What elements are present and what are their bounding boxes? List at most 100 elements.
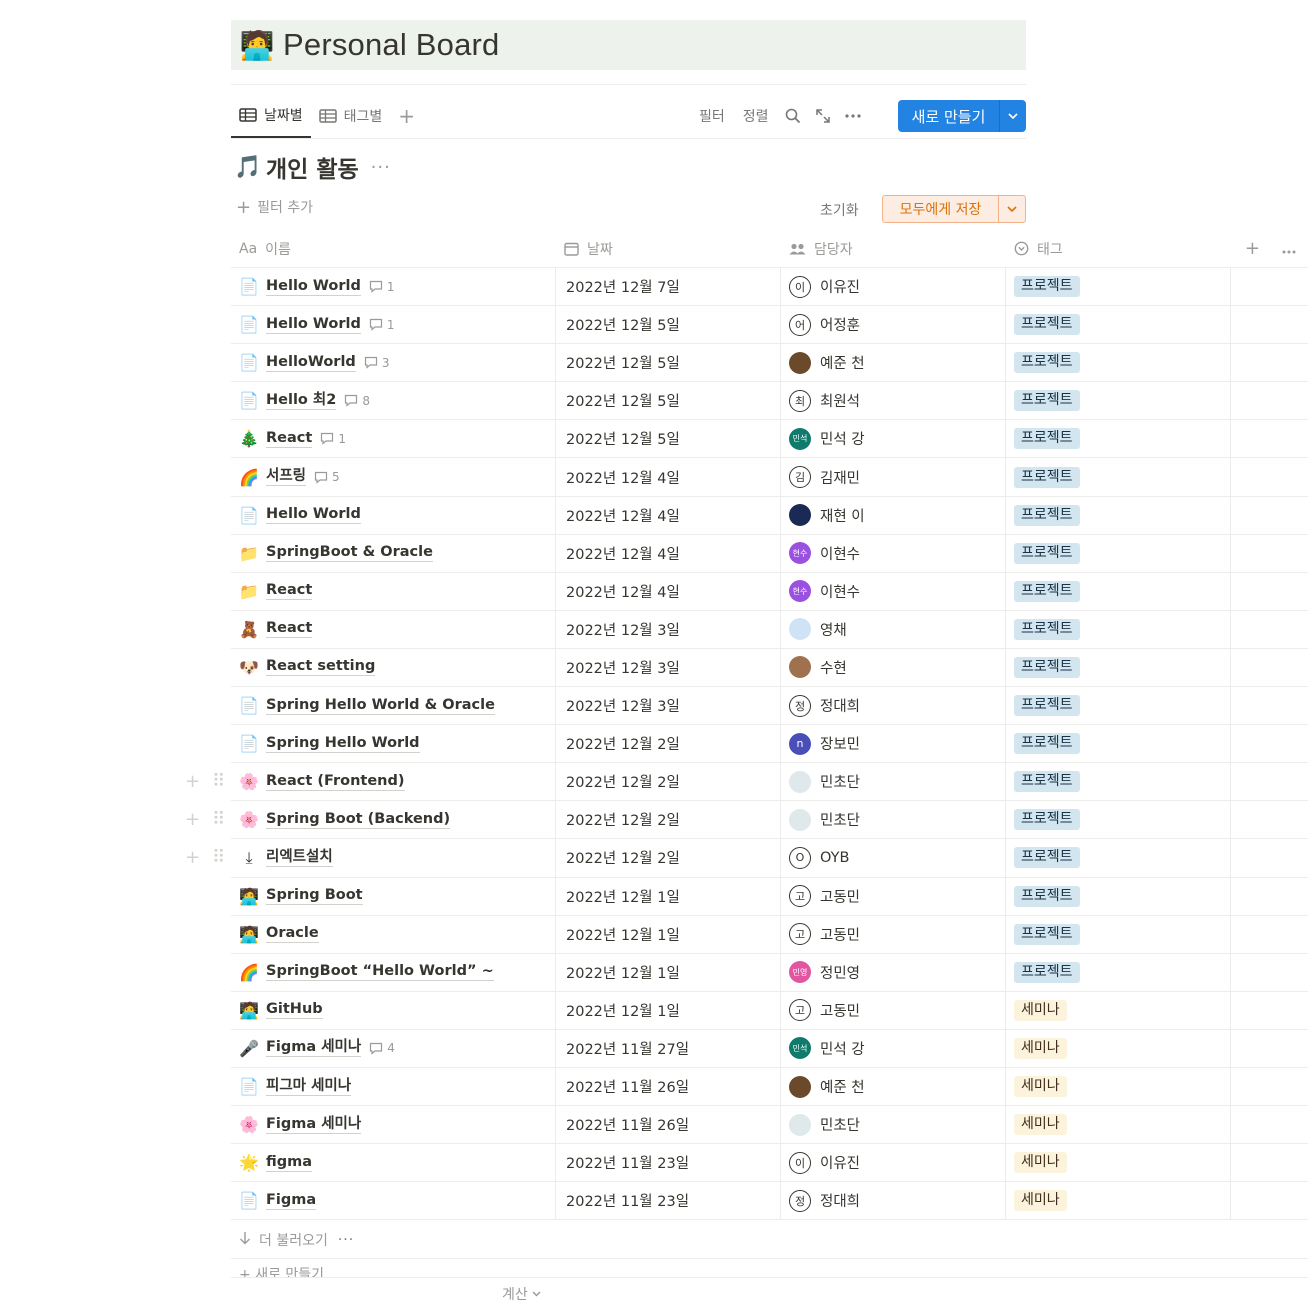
- new-button-label[interactable]: 새로 만들기: [898, 100, 1000, 132]
- date-cell[interactable]: 2022년 12월 2일: [556, 763, 781, 801]
- page-title-link[interactable]: Spring Boot: [266, 887, 363, 906]
- tag-cell[interactable]: 프로젝트: [1006, 306, 1231, 344]
- name-cell[interactable]: ⤓ 리엑트설치: [231, 839, 556, 877]
- table-row[interactable]: 🌈 서프링 5 2022년 12월 4일 김 김재민 프로젝트: [231, 458, 1308, 497]
- person-cell[interactable]: 민초단: [781, 801, 1006, 839]
- name-cell[interactable]: 📁 SpringBoot & Oracle: [231, 534, 556, 572]
- person-cell[interactable]: 고 고동민: [781, 915, 1006, 953]
- column-header-person[interactable]: 담당자: [781, 230, 1006, 267]
- table-row[interactable]: 📄 Spring Hello World & Oracle 2022년 12월 3일…: [231, 687, 1308, 726]
- column-header-name[interactable]: Aa 이름: [231, 230, 556, 267]
- tag-cell[interactable]: 프로젝트: [1006, 687, 1231, 725]
- person-cell[interactable]: 재현 이: [781, 496, 1006, 534]
- table-row[interactable]: 📁 React 2022년 12월 4일 현수 이현수 프로젝트: [231, 572, 1308, 611]
- view-more-button[interactable]: ···: [371, 157, 391, 178]
- name-cell[interactable]: 📄 Hello World 1: [231, 268, 556, 306]
- page-title-link[interactable]: 리엑트설치: [266, 849, 333, 867]
- name-cell[interactable]: 📄 Hello 최2 8: [231, 382, 556, 420]
- tag-cell[interactable]: 프로젝트: [1006, 839, 1231, 877]
- table-row[interactable]: 🐶 React setting 2022년 12월 3일 수현 프로젝트: [231, 648, 1308, 688]
- name-cell[interactable]: 🌸 Figma 세미나: [231, 1106, 556, 1144]
- comment-count[interactable]: 4: [369, 1041, 395, 1055]
- page-title-link[interactable]: Hello 최2: [266, 392, 337, 410]
- date-cell[interactable]: 2022년 11월 23일: [556, 1182, 781, 1220]
- name-cell[interactable]: 🎤 Figma 세미나 4: [231, 1029, 556, 1067]
- drag-handle-icon[interactable]: ⠿: [212, 809, 225, 830]
- add-view-icon[interactable]: +: [390, 98, 423, 134]
- person-cell[interactable]: 민영 정민영: [781, 953, 1006, 991]
- tag-cell[interactable]: 세미나: [1006, 1144, 1231, 1182]
- table-row[interactable]: + ⠿ ⤓ 리엑트설치 2022년 12월 2일 O OYB 프로젝트: [185, 839, 1308, 878]
- person-cell[interactable]: 민초단: [781, 763, 1006, 801]
- name-cell[interactable]: 🧑‍💻 GitHub: [231, 991, 556, 1029]
- comment-count[interactable]: 1: [369, 318, 395, 332]
- table-row[interactable]: 📄 Spring Hello World 2022년 12월 2일 n 장보민 프로젝트: [231, 725, 1308, 764]
- tag-cell[interactable]: 세미나: [1006, 1182, 1231, 1220]
- page-title-link[interactable]: React: [266, 582, 313, 601]
- date-cell[interactable]: 2022년 12월 3일: [556, 687, 781, 725]
- more-icon[interactable]: ···: [338, 1232, 354, 1248]
- name-cell[interactable]: 📄 피그마 세미나: [231, 1067, 556, 1106]
- person-cell[interactable]: 김 김재민: [781, 458, 1006, 496]
- date-cell[interactable]: 2022년 12월 2일: [556, 725, 781, 763]
- date-cell[interactable]: 2022년 12월 3일: [556, 610, 781, 648]
- tag-cell[interactable]: 프로젝트: [1006, 420, 1231, 458]
- column-header-date[interactable]: 날짜: [556, 230, 781, 267]
- row-handle[interactable]: + ⠿: [185, 763, 225, 800]
- add-property-icon[interactable]: +: [1245, 238, 1260, 259]
- name-cell[interactable]: 🌸 Spring Boot (Backend): [231, 801, 556, 839]
- more-icon[interactable]: [1282, 238, 1296, 259]
- date-cell[interactable]: 2022년 12월 1일: [556, 877, 781, 915]
- name-cell[interactable]: 📄 Figma: [231, 1182, 556, 1220]
- more-icon[interactable]: [838, 102, 868, 130]
- add-filter-button[interactable]: + 필터 추가: [236, 196, 313, 218]
- person-cell[interactable]: 현수 이현수: [781, 534, 1006, 572]
- tag-cell[interactable]: 프로젝트: [1006, 915, 1231, 953]
- date-cell[interactable]: 2022년 12월 1일: [556, 953, 781, 991]
- save-for-everyone-button[interactable]: 모두에게 저장: [882, 195, 1026, 223]
- page-title-link[interactable]: React setting: [266, 658, 376, 677]
- table-row[interactable]: 📄 HelloWorld 3 2022년 12월 5일 예준 천 프로젝트: [231, 344, 1308, 383]
- page-title-link[interactable]: Oracle: [266, 925, 319, 944]
- comment-count[interactable]: 8: [344, 394, 370, 408]
- name-cell[interactable]: 📁 React: [231, 572, 556, 610]
- date-cell[interactable]: 2022년 12월 3일: [556, 648, 781, 687]
- table-row[interactable]: + ⠿ 🌸 React (Frontend) 2022년 12월 2일 민초단 프로젝트: [185, 763, 1308, 802]
- page-title[interactable]: Personal Board: [283, 27, 500, 63]
- chevron-down-icon[interactable]: [999, 196, 1025, 222]
- table-row[interactable]: 🧑‍💻 GitHub 2022년 12월 1일 고 고동민 세미나: [231, 991, 1308, 1030]
- table-row[interactable]: 📄 Hello World 2022년 12월 4일 재현 이 프로젝트: [231, 496, 1308, 535]
- table-row[interactable]: 🌸 Figma 세미나 2022년 11월 26일 민초단 세미나: [231, 1106, 1308, 1145]
- name-cell[interactable]: 🧑‍💻 Spring Boot: [231, 877, 556, 915]
- page-title-link[interactable]: Figma 세미나: [266, 1039, 362, 1058]
- name-cell[interactable]: 🌟 figma: [231, 1144, 556, 1182]
- page-title-link[interactable]: SpringBoot “Hello World” ~: [266, 963, 494, 982]
- tag-cell[interactable]: 세미나: [1006, 1029, 1231, 1067]
- page-title-link[interactable]: Spring Hello World: [266, 735, 420, 753]
- date-cell[interactable]: 2022년 12월 4일: [556, 572, 781, 610]
- tag-cell[interactable]: 프로젝트: [1006, 648, 1231, 687]
- column-header-tag[interactable]: 태그: [1006, 230, 1231, 267]
- page-title-link[interactable]: Hello World: [266, 278, 361, 296]
- person-cell[interactable]: 정 정대희: [781, 687, 1006, 725]
- date-cell[interactable]: 2022년 11월 26일: [556, 1067, 781, 1106]
- page-title-link[interactable]: React (Frontend): [266, 773, 405, 791]
- tag-cell[interactable]: 프로젝트: [1006, 763, 1231, 801]
- page-title-link[interactable]: Hello World: [266, 316, 361, 334]
- tag-cell[interactable]: 세미나: [1006, 991, 1231, 1029]
- chevron-down-icon[interactable]: [1000, 100, 1026, 132]
- tag-cell[interactable]: 프로젝트: [1006, 344, 1231, 382]
- date-cell[interactable]: 2022년 12월 1일: [556, 915, 781, 953]
- tag-cell[interactable]: 프로젝트: [1006, 496, 1231, 534]
- date-cell[interactable]: 2022년 12월 4일: [556, 534, 781, 572]
- person-cell[interactable]: 영채: [781, 610, 1006, 648]
- view-title[interactable]: 개인 활동: [266, 150, 359, 184]
- page-title-link[interactable]: figma: [266, 1154, 313, 1172]
- tag-cell[interactable]: 프로젝트: [1006, 610, 1231, 648]
- date-cell[interactable]: 2022년 12월 4일: [556, 496, 781, 534]
- person-cell[interactable]: 예준 천: [781, 344, 1006, 382]
- new-row-button[interactable]: + 새로 만들기: [231, 1262, 1308, 1278]
- date-cell[interactable]: 2022년 12월 5일: [556, 420, 781, 458]
- page-title-link[interactable]: HelloWorld: [266, 354, 356, 372]
- comment-count[interactable]: 1: [369, 280, 395, 294]
